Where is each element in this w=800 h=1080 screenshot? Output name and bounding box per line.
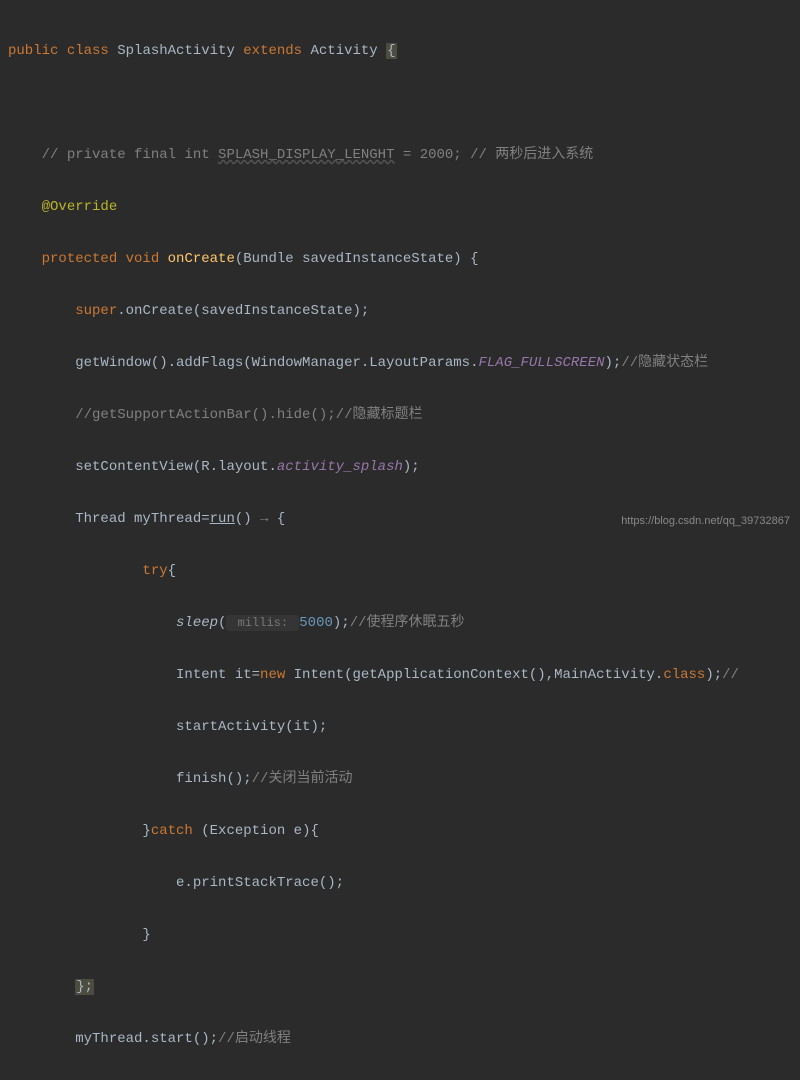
- code-line[interactable]: finish();//关闭当前活动: [8, 766, 800, 792]
- code-text: );: [403, 459, 420, 475]
- brace-highlight: {: [386, 43, 396, 59]
- method-call: getWindow().addFlags(WindowManager.Layou…: [75, 355, 478, 371]
- intent-decl: Intent it=: [176, 667, 260, 683]
- keyword-try: try: [142, 563, 167, 579]
- method-params: (Bundle savedInstanceState) {: [235, 251, 479, 267]
- comment: //getSupportActionBar().hide();//隐藏标题栏: [75, 407, 422, 423]
- keyword-public: public: [8, 43, 67, 59]
- resource-ref: activity_splash: [277, 459, 403, 475]
- code-text: );: [605, 355, 622, 371]
- code-line[interactable]: // private final int SPLASH_DISPLAY_LENG…: [8, 142, 800, 168]
- code-line[interactable]: sleep( millis: 5000);//使程序休眠五秒: [8, 610, 800, 636]
- comment: // private final int: [42, 147, 218, 163]
- keyword-class: class: [67, 43, 117, 59]
- comment: //启动线程: [218, 1031, 291, 1047]
- number-literal: 5000: [299, 615, 333, 631]
- brace: {: [277, 511, 285, 527]
- brace: }: [142, 823, 150, 839]
- brace: {: [168, 563, 176, 579]
- code-line[interactable]: }: [8, 922, 800, 948]
- comment: //: [722, 667, 739, 683]
- code-line[interactable]: getWindow().addFlags(WindowManager.Layou…: [8, 350, 800, 376]
- code-line[interactable]: }catch (Exception e){: [8, 818, 800, 844]
- brace: }: [142, 927, 150, 943]
- keyword-super: super: [75, 303, 117, 319]
- comment-typo: SPLASH_DISPLAY_LENGHT: [218, 147, 394, 163]
- arrow-icon: →: [260, 511, 277, 527]
- method-name: onCreate: [168, 251, 235, 267]
- code-text: );: [705, 667, 722, 683]
- param-hint: millis:: [226, 615, 299, 631]
- code-editor[interactable]: public class SplashActivity extends Acti…: [0, 0, 800, 1080]
- watermark-text: https://blog.csdn.net/qq_39732867: [621, 508, 790, 534]
- code-line[interactable]: protected void onCreate(Bundle savedInst…: [8, 246, 800, 272]
- keyword-class: class: [663, 667, 705, 683]
- code-line[interactable]: public class SplashActivity extends Acti…: [8, 38, 800, 64]
- lambda-run: run: [210, 511, 235, 527]
- comment: //关闭当前活动: [252, 771, 353, 787]
- code-line[interactable]: myThread.start();//启动线程: [8, 1026, 800, 1052]
- static-field: FLAG_FULLSCREEN: [478, 355, 604, 371]
- constructor-call: Intent(getApplicationContext(),MainActiv…: [294, 667, 664, 683]
- code-line[interactable]: Intent it=new Intent(getApplicationConte…: [8, 662, 800, 688]
- keyword-extends: extends: [243, 43, 310, 59]
- method-call: finish();: [176, 771, 252, 787]
- code-line[interactable]: @Override: [8, 194, 800, 220]
- code-line-empty[interactable]: [8, 90, 800, 116]
- comment: //使程序休眠五秒: [350, 615, 465, 631]
- keyword-catch: catch: [151, 823, 201, 839]
- method-call: startActivity(it);: [176, 719, 327, 735]
- comment: //隐藏状态栏: [621, 355, 708, 371]
- code-line[interactable]: setContentView(R.layout.activity_splash)…: [8, 454, 800, 480]
- method-call: setContentView(R.layout.: [75, 459, 277, 475]
- parent-class: Activity: [310, 43, 386, 59]
- code-line[interactable]: super.onCreate(savedInstanceState);: [8, 298, 800, 324]
- comment: = 2000; // 两秒后进入系统: [394, 147, 593, 163]
- keyword-protected: protected: [42, 251, 126, 267]
- class-name: SplashActivity: [117, 43, 243, 59]
- code-line[interactable]: startActivity(it);: [8, 714, 800, 740]
- paren-close: );: [333, 615, 350, 631]
- code-line[interactable]: //getSupportActionBar().hide();//隐藏标题栏: [8, 402, 800, 428]
- code-line[interactable]: try{: [8, 558, 800, 584]
- thread-decl: Thread myThread=: [75, 511, 209, 527]
- method-call: .onCreate(savedInstanceState);: [117, 303, 369, 319]
- method-call: myThread.start();: [75, 1031, 218, 1047]
- code-line[interactable]: e.printStackTrace();: [8, 870, 800, 896]
- static-method: sleep: [176, 615, 218, 631]
- code-line[interactable]: };: [8, 974, 800, 1000]
- keyword-void: void: [126, 251, 168, 267]
- annotation-override: @Override: [42, 199, 118, 215]
- keyword-new: new: [260, 667, 294, 683]
- method-call: e.printStackTrace();: [176, 875, 344, 891]
- brace-highlight: };: [75, 979, 94, 995]
- catch-clause: (Exception e){: [201, 823, 319, 839]
- lambda-paren: (): [235, 511, 260, 527]
